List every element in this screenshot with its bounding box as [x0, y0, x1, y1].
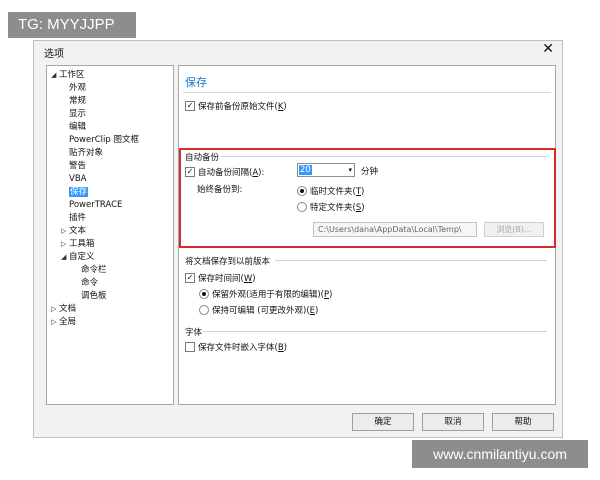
tree-item-text[interactable]: ▷ 文本 [61, 225, 86, 237]
tree-item-label: 工作区 [59, 70, 85, 80]
watermark-bottom: www.cnmilantiyu.com [412, 440, 588, 468]
dialog-title: 选项 [44, 49, 64, 60]
collapsed-icon[interactable]: ▷ [61, 225, 69, 237]
checkbox-box[interactable]: ✓ [185, 273, 195, 283]
tree-item-label: 常规 [69, 96, 87, 106]
options-dialog: 选项 ✕ ◢ 工作区 外观 常规 显示 编辑 PowerClip 图文框 贴齐对象… [33, 40, 563, 438]
tree-item-appearance[interactable]: 外观 [69, 82, 86, 94]
watermark-top: TG: MYYJJPP [8, 12, 136, 38]
tree-item-label: 保存 [69, 187, 89, 197]
help-button[interactable]: 帮助 [492, 413, 554, 431]
collapsed-icon[interactable]: ▷ [51, 316, 59, 328]
expanded-icon[interactable]: ◢ [61, 251, 69, 263]
checkbox-label: 保存文件时嵌入字体(B) [198, 343, 287, 353]
tree-item-label: 文档 [59, 304, 77, 314]
page-title: 保存 [185, 76, 207, 89]
checkbox-label: 保存时间间(W) [198, 274, 256, 284]
tree-item-label: 命令栏 [81, 265, 107, 275]
fonts-group-label: 字体 [185, 328, 203, 338]
divider [203, 331, 547, 332]
tree-item-warnings[interactable]: 警告 [69, 160, 86, 172]
tree-item-global[interactable]: ▷ 全局 [51, 316, 76, 328]
highlight-box [179, 148, 556, 248]
tree-item-edit[interactable]: 编辑 [69, 121, 86, 133]
category-tree[interactable]: ◢ 工作区 外观 常规 显示 编辑 PowerClip 图文框 贴齐对象 警告 V… [46, 65, 174, 405]
close-icon[interactable]: ✕ [542, 41, 554, 57]
tree-item-label: 文本 [69, 226, 87, 236]
tree-item-vba[interactable]: VBA [69, 173, 86, 185]
tree-item-plugins[interactable]: 插件 [69, 212, 86, 224]
tree-item-workspace[interactable]: ◢ 工作区 [51, 69, 85, 81]
settings-panel: 保存 ✓ 保存前备份原始文件(K) 自动备份 ✓ 自动备份间隔(A): 20 ▾… [178, 65, 556, 405]
tree-item-palettes[interactable]: 调色板 [81, 290, 107, 302]
tree-item-label: PowerClip 图文框 [69, 135, 139, 145]
tree-item-commands[interactable]: 命令 [81, 277, 98, 289]
keep-appearance-radio[interactable]: 保留外观(适用于有限的编辑)(P) [199, 288, 332, 300]
divider [275, 260, 547, 261]
tree-item-commandbars[interactable]: 命令栏 [81, 264, 107, 276]
tree-item-label: 自定义 [69, 252, 95, 262]
cancel-button[interactable]: 取消 [422, 413, 484, 431]
embed-fonts-checkbox[interactable]: 保存文件时嵌入字体(B) [185, 341, 287, 353]
expanded-icon[interactable]: ◢ [51, 69, 59, 81]
keep-editable-radio[interactable]: 保持可编辑 (可更改外观)(E) [199, 304, 318, 316]
backup-before-save-checkbox[interactable]: ✓ 保存前备份原始文件(K) [185, 100, 287, 112]
tree-item-label: 显示 [69, 109, 87, 119]
ok-button[interactable]: 确定 [352, 413, 414, 431]
collapsed-icon[interactable]: ▷ [61, 238, 69, 250]
tree-item-customize[interactable]: ◢ 自定义 [61, 251, 95, 263]
tree-item-display[interactable]: 显示 [69, 108, 86, 120]
tree-item-label: VBA [69, 174, 87, 184]
divider [183, 92, 551, 93]
tree-item-label: 调色板 [81, 291, 107, 301]
tree-item-document[interactable]: ▷ 文档 [51, 303, 76, 315]
tree-item-label: 全局 [59, 317, 77, 327]
tree-item-label: 贴齐对象 [69, 148, 104, 158]
radio-circle[interactable] [199, 289, 209, 299]
tree-item-label: 工具箱 [69, 239, 95, 249]
tree-item-label: 命令 [81, 278, 99, 288]
tree-item-toolbox[interactable]: ▷ 工具箱 [61, 238, 95, 250]
radio-circle[interactable] [199, 305, 209, 315]
save-time-checkbox[interactable]: ✓ 保存时间间(W) [185, 272, 256, 284]
tree-item-save[interactable]: 保存 [69, 186, 89, 198]
collapsed-icon[interactable]: ▷ [51, 303, 59, 315]
tree-item-label: 警告 [69, 161, 87, 171]
checkbox-box[interactable]: ✓ [185, 101, 195, 111]
save-old-version-group-label: 将文档保存到以前版本 [185, 257, 271, 267]
tree-item-label: 插件 [69, 213, 87, 223]
tree-item-label: 编辑 [69, 122, 87, 132]
tree-item-powertrace[interactable]: PowerTRACE [69, 199, 122, 211]
checkbox-box[interactable] [185, 342, 195, 352]
radio-label: 保留外观(适用于有限的编辑)(P) [212, 290, 333, 300]
checkbox-label: 保存前备份原始文件(K) [198, 102, 287, 112]
tree-item-snap[interactable]: 贴齐对象 [69, 147, 103, 159]
tree-item-general[interactable]: 常规 [69, 95, 86, 107]
tree-item-powerclip[interactable]: PowerClip 图文框 [69, 134, 139, 146]
tree-item-label: PowerTRACE [69, 200, 123, 210]
tree-item-label: 外观 [69, 83, 87, 93]
radio-label: 保持可编辑 (可更改外观)(E) [212, 306, 319, 316]
